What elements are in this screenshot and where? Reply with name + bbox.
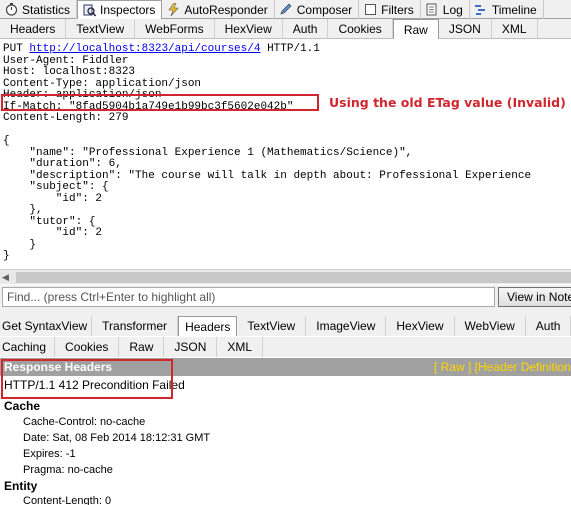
main-tab-bar: Statistics Inspectors AutoResponder Comp…: [0, 0, 571, 20]
tab-composer[interactable]: Composer: [275, 0, 360, 19]
response-tab-caching[interactable]: Caching: [0, 337, 56, 357]
section-entity: Entity: [4, 479, 38, 493]
tab-label: Log: [442, 2, 463, 17]
magnifier-icon: [82, 3, 96, 17]
header-content-length: Content-Length: 279: [3, 112, 129, 124]
pane-splitter[interactable]: [0, 308, 571, 316]
response-tab-webview[interactable]: WebView: [455, 316, 526, 336]
response-tab-syntaxview[interactable]: Get SyntaxView: [0, 316, 93, 336]
tab-log[interactable]: Log: [421, 0, 470, 19]
request-tab-hexview[interactable]: HexView: [215, 19, 283, 39]
response-headers-view: Response Headers [ Raw ] [Header Definit…: [0, 358, 571, 505]
checkbox-icon: [363, 3, 377, 17]
header-content-type: Content-Type: application/json: [3, 77, 202, 90]
response-tab-hexview[interactable]: HexView: [386, 316, 455, 336]
request-tab-json[interactable]: JSON: [439, 19, 492, 39]
etag-annotation: Using the old ETag value (Invalid): [329, 95, 566, 110]
document-icon: [425, 3, 439, 17]
find-bar: Find... (press Ctrl+Enter to highlight a…: [0, 285, 571, 308]
response-status-highlight-box: [1, 359, 173, 399]
request-url-link[interactable]: http://localhost:8323/api/courses/4: [29, 43, 260, 55]
stopwatch-icon: [4, 3, 18, 17]
response-tab-bar-1: Get SyntaxView Transformer Headers TextV…: [0, 316, 571, 336]
request-tab-xml[interactable]: XML: [492, 19, 538, 39]
request-tab-cookies[interactable]: Cookies: [328, 19, 393, 39]
header-line: Expires: -1: [23, 448, 76, 460]
request-protocol: HTTP/1.1: [267, 43, 320, 55]
response-tab-cookies[interactable]: Cookies: [55, 337, 120, 357]
response-tab-xml[interactable]: XML: [217, 337, 264, 357]
tab-filters[interactable]: Filters: [359, 0, 421, 19]
view-in-notepad-button[interactable]: View in Notepad: [498, 287, 571, 307]
response-tab-json[interactable]: JSON: [164, 337, 218, 357]
response-tab-bar-2: Caching Cookies Raw JSON XML: [0, 337, 571, 357]
request-tab-raw[interactable]: Raw: [392, 19, 439, 39]
request-tab-bar: Headers TextView WebForms HexView Auth C…: [0, 19, 571, 39]
tab-label: Filters: [381, 2, 414, 17]
raw-header-definitions-links[interactable]: [ Raw ] [Header Definitions]: [434, 358, 571, 376]
if-match-highlight-box: [1, 94, 319, 111]
header-line: Date: Sat, 08 Feb 2014 18:12:31 GMT: [23, 432, 211, 444]
tab-statistics[interactable]: Statistics: [0, 0, 78, 19]
scroll-left-icon[interactable]: ◀: [2, 272, 12, 282]
horizontal-scrollbar[interactable]: ◀: [0, 269, 571, 284]
tab-autoresponder[interactable]: AutoResponder: [162, 0, 275, 19]
response-tab-auth[interactable]: Auth: [526, 316, 571, 336]
lightning-icon: [166, 3, 180, 17]
request-raw-view[interactable]: PUT http://localhost:8323/api/courses/4 …: [0, 40, 571, 269]
header-line: Cache-Control: no-cache: [23, 416, 146, 428]
request-tab-auth[interactable]: Auth: [283, 19, 329, 39]
request-raw-text: PUT http://localhost:8323/api/courses/4 …: [0, 40, 571, 263]
response-tab-headers[interactable]: Headers: [178, 316, 238, 336]
request-method: PUT: [3, 43, 23, 55]
header-host: Host: localhost:8323: [3, 66, 136, 78]
tab-timeline[interactable]: Timeline: [470, 0, 544, 19]
timeline-icon: [474, 3, 488, 17]
header-user-agent: User-Agent: Fiddler: [3, 54, 129, 67]
tab-label: Inspectors: [100, 3, 156, 17]
response-tab-imageview[interactable]: ImageView: [306, 316, 387, 336]
response-tab-textview[interactable]: TextView: [237, 316, 307, 336]
section-cache: Cache: [4, 399, 41, 413]
tab-label: AutoResponder: [184, 2, 268, 17]
request-tab-textview[interactable]: TextView: [66, 19, 136, 39]
pencil-icon: [279, 3, 293, 17]
scrollbar-thumb[interactable]: [16, 272, 571, 283]
response-tab-raw[interactable]: Raw: [119, 337, 165, 357]
tab-label: Composer: [296, 2, 353, 17]
request-tab-webforms[interactable]: WebForms: [135, 19, 215, 39]
header-line: Pragma: no-cache: [23, 464, 113, 476]
request-body: { "name": "Professional Experience 1 (Ma…: [3, 135, 532, 262]
tab-label: Timeline: [491, 2, 537, 17]
header-line: Content-Length: 0: [23, 495, 112, 505]
tab-label: Statistics: [22, 2, 71, 17]
response-tab-transformer[interactable]: Transformer: [92, 316, 179, 336]
request-tab-headers[interactable]: Headers: [0, 19, 67, 39]
tab-inspectors[interactable]: Inspectors: [77, 0, 163, 20]
find-input[interactable]: Find... (press Ctrl+Enter to highlight a…: [2, 287, 495, 307]
